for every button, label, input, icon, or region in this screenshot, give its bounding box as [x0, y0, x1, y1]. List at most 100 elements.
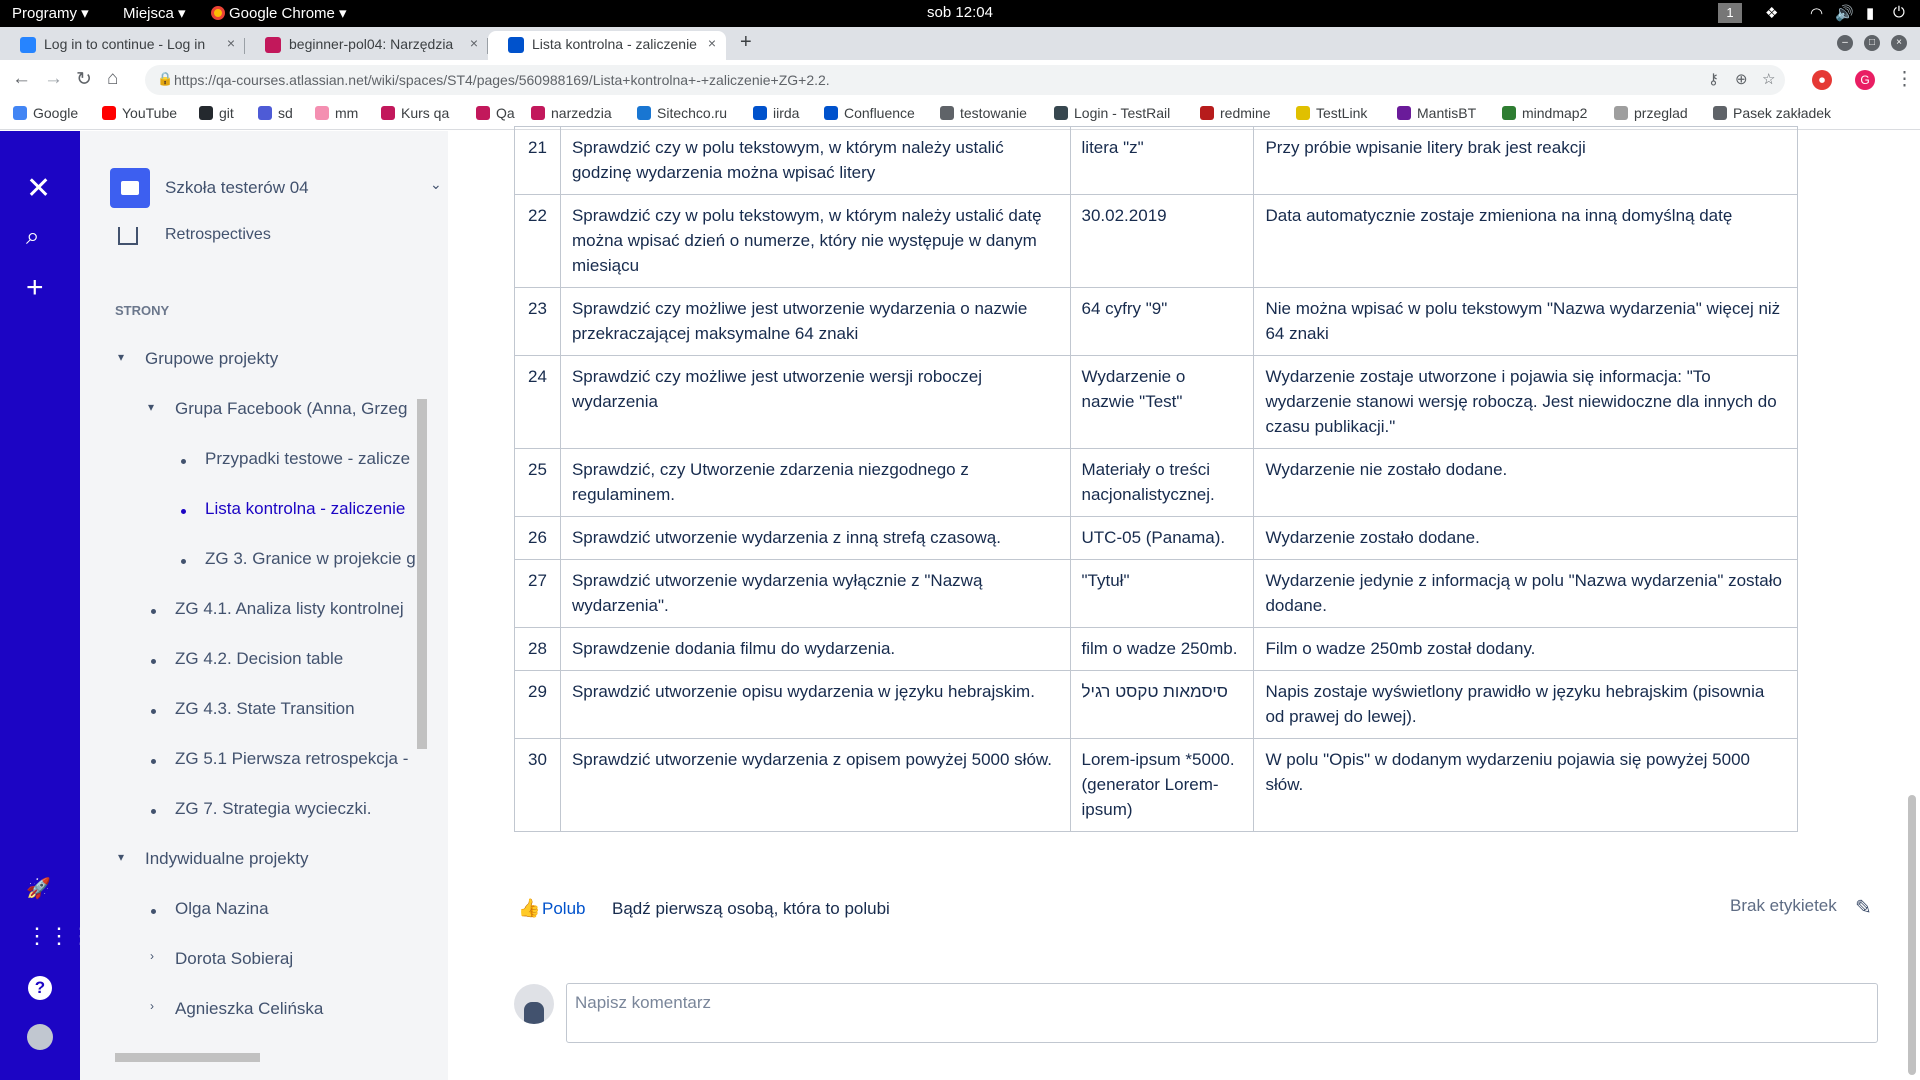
row-number: 23	[514, 287, 561, 356]
forward-icon[interactable]: →	[44, 68, 63, 90]
bullet-icon	[151, 809, 156, 814]
bookmark-item[interactable]: TestLink	[1296, 105, 1367, 121]
apps-icon[interactable]: ❖	[1765, 4, 1778, 22]
bookmark-item[interactable]: Kurs qa	[381, 105, 449, 121]
bookmark-item[interactable]: YouTube	[102, 105, 177, 121]
sidebar-item-dorota-sobieraj[interactable]: Dorota Sobieraj	[175, 949, 293, 969]
zoom-icon[interactable]: ⊕	[1735, 70, 1748, 88]
atlassian-icon	[20, 37, 36, 53]
battery-icon[interactable]: ▮	[1866, 4, 1874, 22]
home-icon[interactable]: ⌂	[107, 68, 118, 90]
bookmark-item[interactable]: przeglad	[1614, 105, 1688, 121]
address-bar[interactable]: 🔒 https://qa-courses.atlassian.net/wiki/…	[145, 65, 1785, 95]
expected-result: Data automatycznie zostaje zmieniona na …	[1253, 194, 1798, 288]
close-tab-icon[interactable]: ×	[708, 35, 716, 51]
bookmark-folder[interactable]: Pasek zakładek	[1713, 105, 1831, 121]
table-row: 23 Sprawdzić czy możliwe jest utworzenie …	[514, 287, 1798, 356]
check-description: Sprawdzić utworzenie wydarzenia z inną s…	[559, 516, 1071, 560]
rocket-icon[interactable]: 🚀	[26, 876, 51, 901]
chevron-down-icon[interactable]: ▾	[118, 850, 124, 864]
sidebar-item-zg3[interactable]: ZG 3. Granice w projekcie g	[205, 549, 416, 569]
chevron-down-icon[interactable]: ▾	[148, 400, 154, 414]
back-icon[interactable]: ←	[12, 68, 31, 90]
create-icon[interactable]: +	[26, 271, 44, 305]
sidebar-item-lista-kontrolna[interactable]: Lista kontrolna - zaliczenie	[205, 499, 405, 519]
bookmark-star-icon[interactable]: ☆	[1762, 70, 1775, 88]
bullet-icon	[151, 659, 156, 664]
power-icon[interactable]: ⏻	[1893, 4, 1905, 21]
sidebar-item-retrospectives[interactable]: Retrospectives	[165, 226, 271, 244]
sidebar-item-zg51[interactable]: ZG 5.1 Pierwsza retrospekcja -	[175, 749, 408, 769]
bookmark-item[interactable]: Google	[13, 105, 78, 121]
chevron-right-icon[interactable]: ›	[150, 999, 154, 1013]
folder-icon	[1713, 106, 1727, 120]
search-icon[interactable]: ⌕	[26, 223, 39, 251]
comment-input[interactable]: Napisz komentarz	[566, 983, 1878, 1043]
bookmark-item[interactable]: sd	[258, 105, 293, 121]
sidebar-horizontal-scrollbar-thumb[interactable]	[115, 1053, 260, 1062]
sidebar-item-grupowe-projekty[interactable]: Grupowe projekty	[145, 349, 278, 369]
chrome-menu-icon[interactable]: ⋮	[1895, 68, 1914, 91]
close-tab-icon[interactable]: ×	[470, 35, 478, 51]
tab-beginner-pol04[interactable]: beginner-pol04: Narzędzia ×	[245, 31, 488, 60]
sidebar-item-indywidualne-projekty[interactable]: Indywidualne projekty	[145, 849, 308, 869]
bookmark-item[interactable]: iirda	[753, 105, 799, 121]
clock[interactable]: sob 12:04	[0, 4, 1920, 21]
minimize-window-button[interactable]: –	[1837, 35, 1853, 51]
workspace-indicator[interactable]: 1	[1718, 3, 1742, 23]
sidebar-item-zg43[interactable]: ZG 4.3. State Transition	[175, 699, 355, 719]
help-icon[interactable]: ?	[28, 976, 52, 1000]
like-button[interactable]: Polub	[542, 899, 585, 919]
bookmark-item[interactable]: Confluence	[824, 105, 915, 121]
bookmark-item[interactable]: redmine	[1200, 105, 1271, 121]
confluence-logo-icon[interactable]: ✕	[26, 171, 51, 206]
extension-icon[interactable]: ⏺	[1812, 70, 1832, 90]
close-window-button[interactable]: ×	[1891, 35, 1907, 51]
sidebar-item-zg7[interactable]: ZG 7. Strategia wycieczki.	[175, 799, 372, 819]
tab-atlassian-login[interactable]: Log in to continue - Log in ×	[0, 31, 245, 60]
wifi-icon[interactable]: ◠	[1810, 4, 1823, 22]
chevron-down-icon[interactable]: ▾	[118, 350, 124, 364]
bookmark-folder[interactable]: testowanie	[940, 105, 1027, 121]
sidebar-item-agnieszka-celinska[interactable]: Agnieszka Celińska	[175, 999, 323, 1019]
bookmark-item[interactable]: git	[199, 105, 234, 121]
sidebar-item-przypadki-testowe[interactable]: Przypadki testowe - zalicze	[205, 449, 410, 469]
test-value: Materiały o treści nacjonalistycznej.	[1069, 448, 1255, 517]
tab-lista-kontrolna[interactable]: Lista kontrolna - zaliczenie ×	[488, 31, 726, 60]
space-name[interactable]: Szkoła testerów 04	[165, 178, 309, 198]
space-header[interactable]: Szkoła testerów 04 ⌄	[110, 168, 442, 208]
chevron-right-icon[interactable]: ›	[150, 949, 154, 963]
chevron-down-icon[interactable]: ⌄	[430, 176, 442, 193]
profile-avatar[interactable]: G	[1855, 70, 1875, 90]
new-tab-button[interactable]: +	[740, 31, 752, 54]
test-value: UTC-05 (Panama).	[1069, 516, 1255, 560]
user-avatar[interactable]	[27, 1024, 53, 1050]
bookmark-item[interactable]: narzedzia	[531, 105, 612, 121]
maximize-window-button[interactable]: □	[1864, 35, 1880, 51]
sidebar-item-zg42[interactable]: ZG 4.2. Decision table	[175, 649, 343, 669]
bookmark-item[interactable]: MantisBT	[1397, 105, 1476, 121]
reload-icon[interactable]: ↻	[76, 68, 92, 91]
url-text[interactable]: https://qa-courses.atlassian.net/wiki/sp…	[174, 72, 830, 88]
check-description: Sprawdzić czy możliwe jest utworzenie wy…	[559, 287, 1071, 356]
sidebar-item-olga-nazina[interactable]: Olga Nazina	[175, 899, 269, 919]
bookmark-item[interactable]: Qa	[476, 105, 515, 121]
test-value: סיסמאות טקסט רגיל	[1069, 670, 1255, 739]
jira-icon	[753, 106, 767, 120]
close-tab-icon[interactable]: ×	[227, 35, 235, 51]
sidebar-item-zg41[interactable]: ZG 4.1. Analiza listy kontrolnej	[175, 599, 404, 619]
key-icon[interactable]: ⚷	[1708, 70, 1719, 88]
bookmark-item[interactable]: Sitechco.ru	[637, 105, 727, 121]
sidebar-item-grupa-facebook[interactable]: Grupa Facebook (Anna, Grzeg	[175, 399, 407, 419]
bookmark-item[interactable]: mindmap2	[1502, 105, 1587, 121]
edit-labels-icon[interactable]: ✎	[1855, 895, 1872, 920]
check-description: Sprawdzić, czy Utworzenie zdarzenia niez…	[559, 448, 1071, 517]
row-number: 27	[514, 559, 561, 628]
bookmark-item[interactable]: mm	[315, 105, 358, 121]
bookmark-item[interactable]: Login - TestRail	[1054, 105, 1170, 121]
page-scrollbar-thumb[interactable]	[1908, 795, 1916, 1075]
thumbs-up-icon[interactable]: 👍	[518, 898, 540, 919]
lock-icon[interactable]: 🔒	[157, 71, 173, 87]
volume-icon[interactable]: 🔊	[1835, 4, 1854, 22]
sidebar-scrollbar-thumb[interactable]	[417, 399, 427, 749]
